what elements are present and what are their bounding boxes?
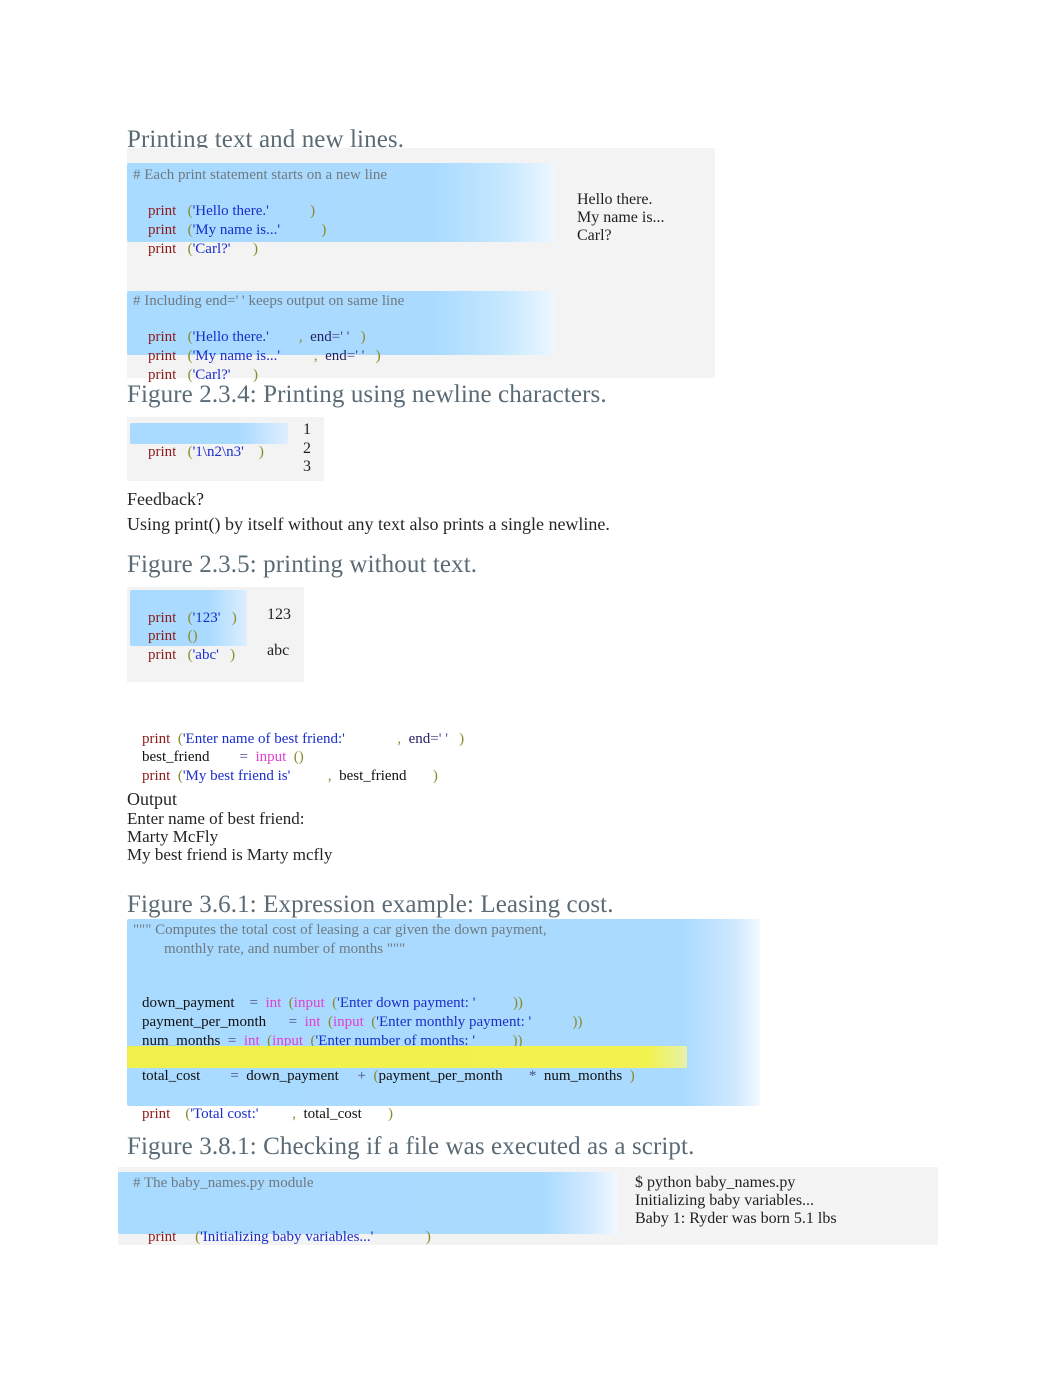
string-literal: 'Initializing baby variables...' [200, 1229, 374, 1245]
end-value: =' ' [430, 731, 448, 747]
code-comment: # Each print statement starts on a new l… [133, 167, 388, 183]
end-parameter: end [408, 731, 431, 747]
operand-num-months: num_months [543, 1068, 623, 1084]
close-paren: )) [572, 1014, 583, 1030]
figure-1-output-panel [565, 148, 715, 378]
output-line: 1 [303, 421, 311, 438]
close-paren: ) [629, 1068, 635, 1084]
print-keyword: print [142, 1106, 171, 1122]
output-line: Marty McFly [127, 827, 219, 846]
output-line: 123 [267, 606, 291, 623]
code-line: print ('Initializing baby variables...' … [133, 1210, 431, 1264]
operand-payment-per-month: payment_per_month [378, 1068, 503, 1084]
output-line: $ python baby_names.py [635, 1174, 796, 1191]
string-literal: 'abc' [192, 647, 219, 663]
code-line: print ('abc' ) [133, 628, 235, 682]
close-paren: ) [230, 647, 236, 663]
code-comment: # The baby_names.py module [133, 1175, 314, 1191]
operand-down-payment: down_payment [246, 1068, 339, 1084]
close-paren: ) [375, 348, 381, 364]
close-paren: ) [425, 1229, 431, 1245]
output-label: Output [127, 789, 178, 809]
variable-name: best_friend [339, 768, 407, 784]
string-literal: 'Carl?' [192, 241, 231, 257]
end-value: =' ' [346, 348, 365, 364]
variable-name: total_cost [142, 1068, 201, 1084]
print-keyword: print [148, 1229, 177, 1245]
print-keyword: print [148, 444, 177, 460]
string-literal: 'My best friend is' [182, 768, 291, 784]
output-line: My name is... [577, 209, 665, 226]
output-line: Enter name of best friend: [127, 809, 305, 828]
feedback-text: Using print() by itself without any text… [127, 514, 610, 534]
close-paren: ) [231, 610, 237, 626]
output-line: Baby 1: Ryder was born 5.1 lbs [635, 1210, 837, 1227]
close-paren: ) [459, 731, 465, 747]
close-paren: ) [432, 768, 438, 784]
end-parameter: end [325, 348, 347, 364]
output-line: Hello there. [577, 191, 653, 208]
output-line: 2 [303, 440, 311, 457]
output-line: 3 [303, 458, 311, 475]
plus-operator: + [357, 1068, 366, 1084]
string-literal: '1\n2\n3' [192, 444, 244, 460]
figure-2-3-4-heading: Figure 2.3.4: Printing using newline cha… [127, 381, 607, 408]
code-line: print ('Carl?' ) [133, 222, 258, 276]
assign-operator: = [230, 1068, 239, 1084]
document-page: Printing text and new lines. # Each prin… [0, 0, 1062, 1377]
feedback-label: Feedback? [127, 489, 204, 509]
variable-name: total_cost [303, 1106, 362, 1122]
close-paren: ) [388, 1106, 394, 1122]
close-paren: ) [321, 222, 327, 238]
code-comment: # Including end=' ' keeps output on same… [133, 293, 405, 309]
docstring-line: monthly rate, and number of months """ [164, 941, 406, 957]
string-literal: 'Total cost:' [190, 1106, 259, 1122]
output-line: My best friend is Marty mcfly [127, 845, 333, 864]
figure-2-3-5-heading: Figure 2.3.5: printing without text. [127, 551, 478, 578]
close-paren: ) [258, 444, 264, 460]
figure-3-6-1-heading: Figure 3.6.1: Expression example: Leasin… [127, 891, 614, 918]
close-paren: ) [252, 241, 258, 257]
print-keyword: print [142, 768, 171, 784]
print-keyword: print [148, 241, 177, 257]
code-line: print ('1\n2\n3' ) [133, 425, 264, 479]
output-line: Initializing baby variables... [635, 1192, 815, 1209]
print-keyword: print [148, 647, 177, 663]
figure-3-8-1-heading: Figure 3.8.1: Checking if a file was exe… [127, 1133, 695, 1160]
output-line: Carl? [577, 227, 612, 244]
docstring-line: """ Computes the total cost of leasing a… [133, 922, 547, 938]
output-line: abc [267, 642, 290, 659]
